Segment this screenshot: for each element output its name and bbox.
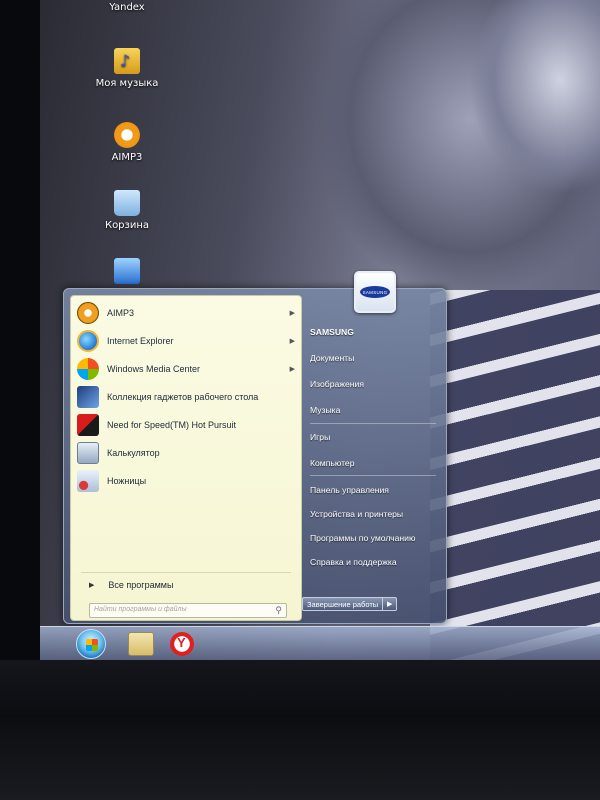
recycle-bin-icon bbox=[114, 190, 140, 216]
aimp-icon bbox=[114, 122, 140, 148]
submenu-arrow-icon: ▶ bbox=[289, 310, 295, 317]
shutdown-options-arrow-icon[interactable]: ▶ bbox=[383, 597, 398, 611]
divider bbox=[310, 423, 436, 424]
right-item-devices-printers[interactable]: Устройства и принтеры bbox=[310, 509, 440, 519]
samsung-logo: SAMSUNG bbox=[360, 286, 390, 298]
desktop-icon-recycle-bin[interactable]: Корзина bbox=[92, 190, 162, 231]
start-button[interactable] bbox=[76, 629, 106, 659]
start-item-internet-explorer[interactable]: Internet Explorer ▶ bbox=[77, 328, 299, 354]
music-folder-icon bbox=[114, 48, 140, 74]
desktop-icon-label: Корзина bbox=[104, 220, 150, 231]
right-item-documents[interactable]: Документы bbox=[310, 353, 440, 363]
start-item-snipping-tool[interactable]: Ножницы bbox=[77, 468, 299, 494]
start-item-calculator[interactable]: Калькулятор bbox=[77, 440, 299, 466]
windows-media-center-icon bbox=[77, 358, 99, 380]
start-item-label: Windows Media Center bbox=[107, 364, 201, 374]
user-picture[interactable]: SAMSUNG bbox=[354, 271, 396, 313]
all-programs-label: Все программы bbox=[108, 580, 174, 590]
gadgets-icon bbox=[77, 386, 99, 408]
desktop-icon-label: AIMP3 bbox=[111, 152, 143, 163]
right-item-games[interactable]: Игры bbox=[310, 432, 440, 442]
start-menu-programs-pane: AIMP3 ▶ Internet Explorer ▶ Windows Medi… bbox=[70, 295, 302, 621]
start-item-gadgets[interactable]: Коллекция гаджетов рабочего стола bbox=[77, 384, 299, 410]
start-item-aimp3[interactable]: AIMP3 ▶ bbox=[77, 300, 299, 326]
desktop-icon-computer[interactable] bbox=[92, 258, 162, 288]
right-item-music[interactable]: Музыка bbox=[310, 405, 440, 415]
desktop-icon-label: Моя музыка bbox=[95, 78, 159, 89]
right-item-computer[interactable]: Компьютер bbox=[310, 458, 440, 468]
all-programs-button[interactable]: ▶ Все программы bbox=[89, 580, 173, 590]
start-item-label: Internet Explorer bbox=[107, 336, 174, 346]
divider bbox=[310, 475, 436, 476]
taskbar bbox=[40, 626, 600, 660]
start-item-label: Need for Speed(TM) Hot Pursuit bbox=[107, 420, 237, 430]
search-placeholder: Найти программы и файлы bbox=[94, 606, 187, 613]
desktop-icon-label: Yandex bbox=[109, 2, 145, 13]
divider bbox=[81, 572, 291, 573]
right-item-default-programs[interactable]: Программы по умолчанию bbox=[310, 533, 440, 543]
shutdown-group: Завершение работы ▶ bbox=[302, 597, 398, 611]
wallpaper-stripes bbox=[430, 290, 600, 660]
internet-explorer-icon bbox=[77, 330, 99, 352]
windows-explorer-icon[interactable] bbox=[128, 632, 154, 656]
calculator-icon bbox=[77, 442, 99, 464]
snipping-tool-icon bbox=[77, 470, 99, 492]
right-item-user-folder[interactable]: SAMSUNG bbox=[310, 327, 440, 337]
submenu-arrow-icon: ▶ bbox=[289, 338, 295, 345]
submenu-arrow-icon: ▶ bbox=[289, 366, 295, 373]
aimp-icon bbox=[77, 302, 99, 324]
yandex-browser-icon[interactable] bbox=[170, 632, 194, 656]
start-item-label: Коллекция гаджетов рабочего стола bbox=[107, 392, 259, 402]
desktop-icon-music-folder[interactable]: Моя музыка bbox=[92, 48, 162, 89]
right-item-pictures[interactable]: Изображения bbox=[310, 379, 440, 389]
right-item-control-panel[interactable]: Панель управления bbox=[310, 485, 440, 495]
start-menu: AIMP3 ▶ Internet Explorer ▶ Windows Medi… bbox=[63, 271, 447, 624]
desktop-icon-yandex[interactable]: Yandex bbox=[92, 2, 162, 13]
desktop-icon-aimp3[interactable]: AIMP3 bbox=[92, 122, 162, 163]
monitor-bezel-bottom bbox=[0, 660, 600, 800]
need-for-speed-icon bbox=[77, 414, 99, 436]
computer-icon bbox=[114, 258, 140, 284]
start-search-input[interactable]: Найти программы и файлы ⚲ bbox=[89, 603, 287, 618]
start-item-windows-media-center[interactable]: Windows Media Center ▶ bbox=[77, 356, 299, 382]
start-item-label: AIMP3 bbox=[107, 308, 135, 318]
start-item-label: Ножницы bbox=[107, 476, 147, 486]
search-icon[interactable]: ⚲ bbox=[275, 605, 282, 616]
start-item-need-for-speed[interactable]: Need for Speed(TM) Hot Pursuit bbox=[77, 412, 299, 438]
right-item-help-support[interactable]: Справка и поддержка bbox=[310, 557, 440, 567]
shutdown-button[interactable]: Завершение работы bbox=[302, 597, 384, 611]
start-item-label: Калькулятор bbox=[107, 448, 160, 458]
arrow-right-icon: ▶ bbox=[89, 582, 95, 589]
